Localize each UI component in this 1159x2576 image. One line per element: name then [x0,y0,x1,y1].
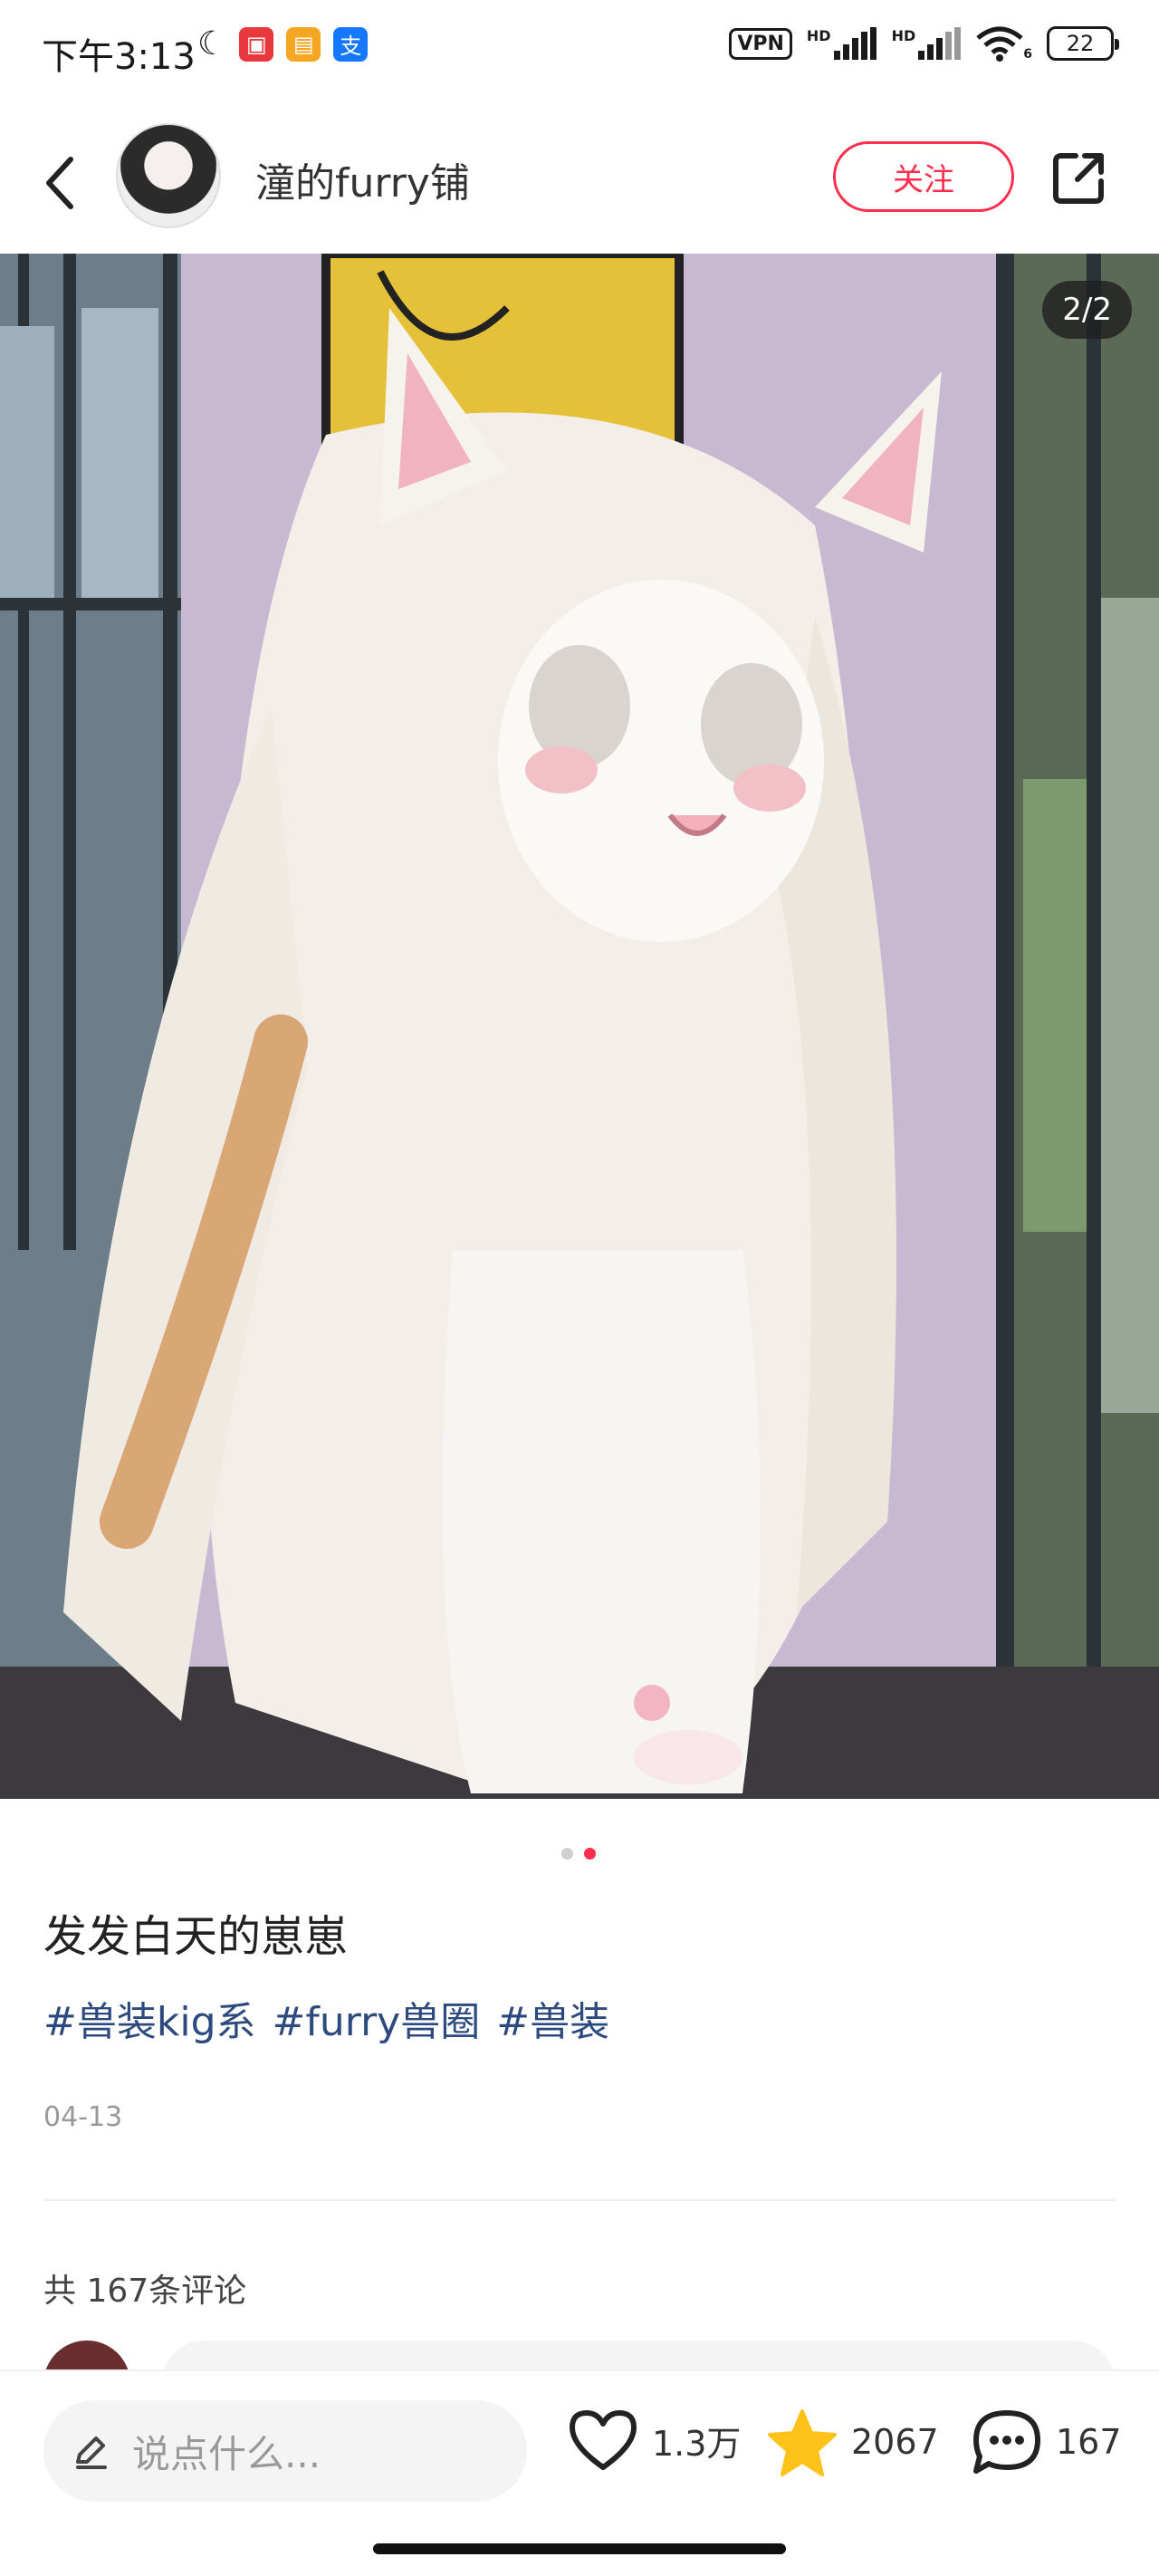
like-button[interactable]: 1.3万 [567,2408,741,2473]
share-icon [1053,153,1104,204]
gallery-dot-1[interactable] [561,1848,573,1860]
home-indicator[interactable] [373,2543,786,2554]
user-avatar [43,2341,130,2369]
post-header: 潼的furry铺 关注 [0,100,1159,254]
gallery-dot-2[interactable] [584,1848,596,1860]
status-notification-icons: ☾ ▣ ▤ 支 [197,25,369,62]
chevron-left-icon [46,157,73,209]
status-time: 下午3:13 [42,36,196,78]
tag-link[interactable]: #兽装kig系 [43,1989,256,2047]
comment-input-placeholder: 说点什么... [132,2431,321,2476]
signal-icon-1: HD [807,27,877,60]
like-count: 1.3万 [652,2423,742,2464]
comment-input-preview[interactable] [161,2341,1116,2369]
comment-count: 167 [1056,2422,1122,2462]
tag-link[interactable]: #兽装 [496,1989,609,2047]
comment-input[interactable]: 说点什么... [43,2400,527,2502]
battery-icon: 22 [1047,26,1119,61]
status-right-icons: VPN HD HD 6 22 [729,25,1119,62]
star-icon [768,2409,837,2476]
gallery-dots [561,1848,596,1860]
author-name[interactable]: 潼的furry铺 [255,150,470,208]
post-tags: #兽装kig系 #furry兽圈 #兽装 [43,1989,609,2047]
status-bar: 下午3:13 ☾ ▣ ▤ 支 VPN HD HD 6 22 [0,0,1159,100]
bottom-action-bar: 说点什么... 1.3万 2067 167 [0,2369,1159,2576]
signal-icon-2: HD [892,27,963,60]
author-avatar[interactable] [116,123,221,228]
back-button[interactable] [34,145,89,217]
post-title: 发发白天的崽崽 [43,1911,349,1962]
comment-icon [973,2410,1040,2474]
collect-button[interactable]: 2067 [766,2408,939,2476]
post-image[interactable]: 2/2 [0,254,1159,1799]
vpn-icon: VPN [729,27,792,60]
heart-icon [570,2410,637,2470]
tag-link[interactable]: #furry兽圈 [273,1989,481,2047]
follow-button[interactable]: 关注 [833,141,1014,212]
collect-count: 2067 [851,2422,939,2462]
comment-button[interactable]: 167 [971,2408,1122,2476]
alipay-icon: 支 [333,26,369,62]
post-date: 04-13 [43,2101,123,2133]
share-button[interactable] [1050,149,1108,207]
orange-app-icon: ▤ [286,26,321,62]
comments-count: 共 167条评论 [43,2273,247,2310]
red-app-icon: ▣ [239,26,274,62]
comment-preview [43,2341,1116,2369]
post-photo-illustration [0,254,1159,1799]
image-counter: 2/2 [1042,281,1132,339]
pencil-icon [76,2437,107,2469]
wifi-icon: 6 [976,25,1032,62]
divider [43,2199,1116,2201]
moon-icon: ☾ [197,25,227,62]
